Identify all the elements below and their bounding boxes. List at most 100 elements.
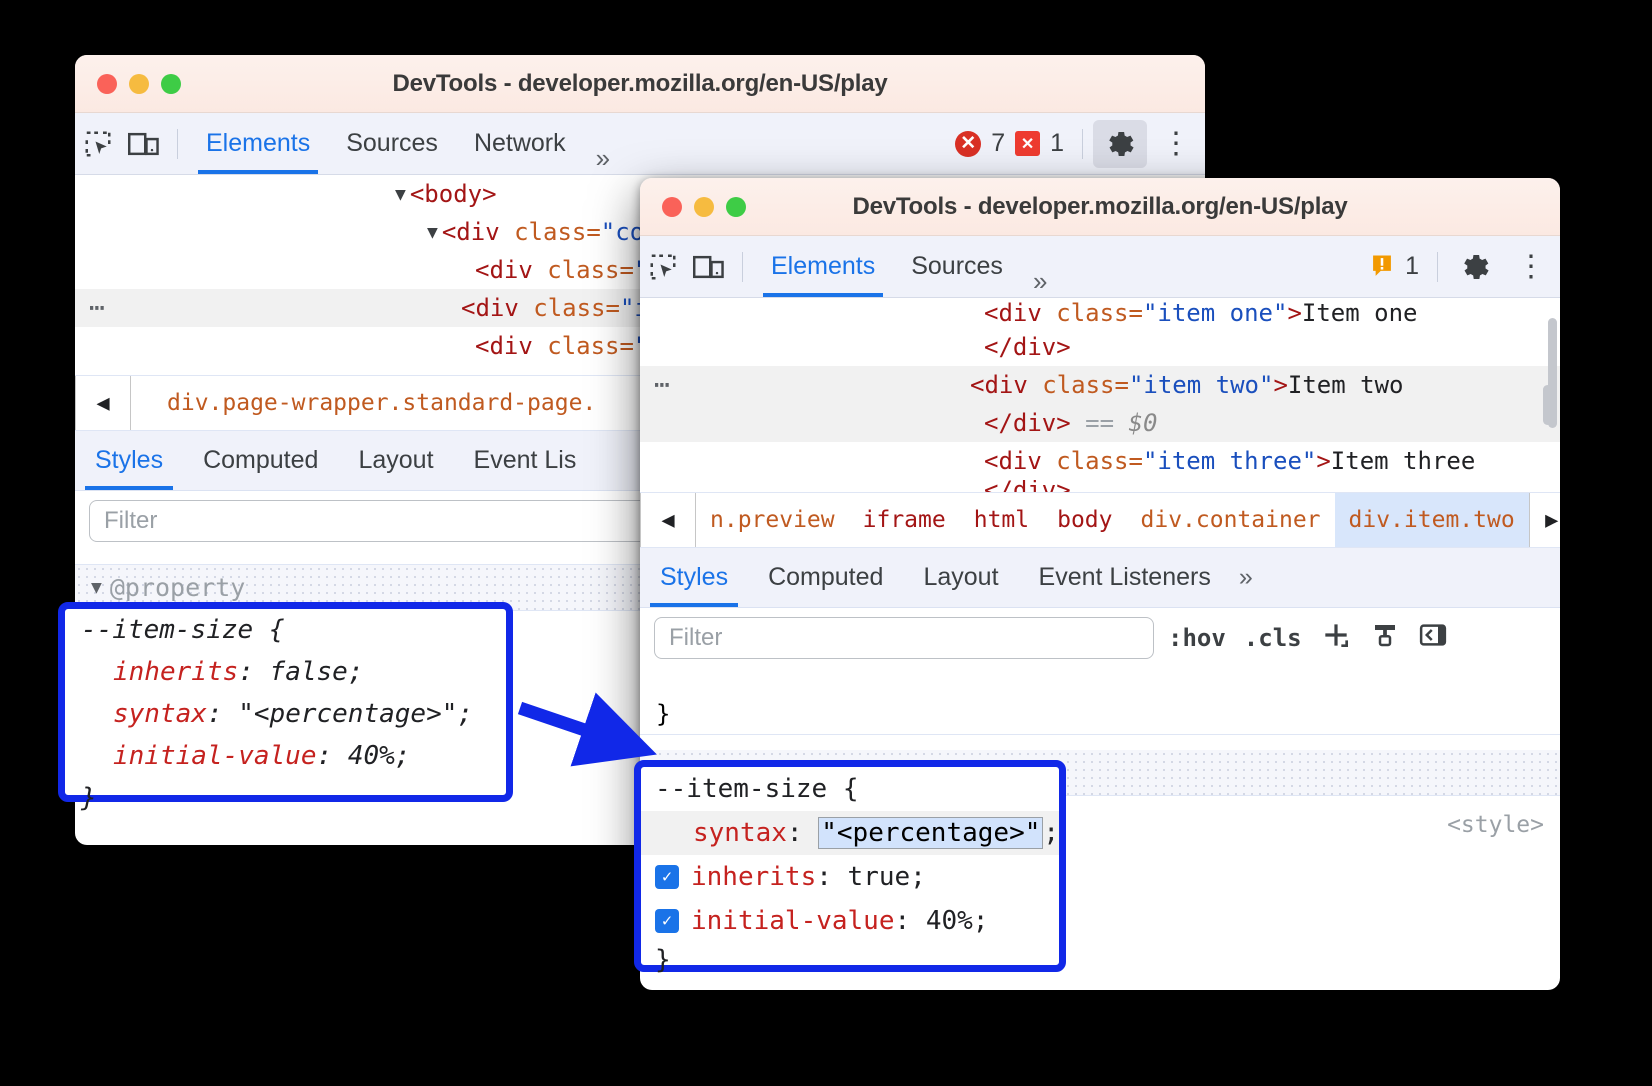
tab-elements[interactable]: Elements	[753, 236, 893, 297]
window2-filter-row[interactable]: Filter :hov .cls	[640, 608, 1560, 668]
dom-row-text: </div>	[984, 480, 1071, 492]
tab-sources[interactable]: Sources	[328, 113, 456, 174]
annotation-box-after: --item-size { syntax: "<percentage>"; ✓i…	[634, 760, 1066, 972]
annot2-prop-inherits: inherits	[691, 862, 816, 892]
toolbar-divider-2	[1437, 252, 1438, 282]
window2-issue-counters[interactable]: 1	[1369, 252, 1427, 281]
dom-row[interactable]: <div class="item one">Item one	[640, 298, 1560, 328]
breadcrumb-item-iframe[interactable]: iframe	[849, 507, 960, 533]
settings-gear-icon[interactable]	[1448, 243, 1502, 291]
add-rule-icon[interactable]	[1320, 619, 1352, 657]
annot2-value-inherits[interactable]: true;	[848, 862, 926, 892]
hov-button[interactable]: :hov	[1168, 624, 1226, 652]
minimize-window-button[interactable]	[129, 74, 149, 94]
close-window-button[interactable]	[662, 197, 682, 217]
close-window-button[interactable]	[97, 74, 117, 94]
window2-outer-scrollbar[interactable]	[1543, 385, 1552, 425]
overflow-ellipsis-icon[interactable]: ⋯	[640, 380, 680, 390]
window2-panel-tabs[interactable]: Elements Sources »	[753, 236, 1055, 297]
annot2-declaration-syntax[interactable]: syntax: "<percentage>";	[641, 811, 1059, 855]
filter-input[interactable]: Filter	[654, 617, 1154, 659]
window2-sidebar-tabs[interactable]: Styles Computed Layout Event Listeners »	[640, 548, 1560, 608]
window1-traffic-lights[interactable]	[75, 74, 181, 94]
tab-layout[interactable]: Layout	[903, 548, 1018, 607]
dom-row[interactable]: ⋯ <div class="item two">Item two	[640, 366, 1560, 404]
dom-row[interactable]: </div>	[640, 328, 1560, 366]
tab-styles[interactable]: Styles	[640, 548, 748, 607]
tab-computed[interactable]: Computed	[748, 548, 903, 607]
breadcrumb-back-button[interactable]: ◀	[75, 375, 131, 431]
settings-gear-icon[interactable]	[1093, 120, 1147, 168]
tab-elements[interactable]: Elements	[188, 113, 328, 174]
more-options-icon[interactable]: ⋮	[1502, 258, 1560, 276]
breadcrumb-item-div-container[interactable]: div.container	[1127, 507, 1335, 533]
annot2-value-initial[interactable]: 40%;	[926, 906, 989, 936]
breadcrumb-item-div-item-two[interactable]: div.item.two	[1335, 492, 1529, 548]
window1-title: DevTools - developer.mozilla.org/en-US/p…	[75, 70, 1205, 98]
window2-titlebar[interactable]: DevTools - developer.mozilla.org/en-US/p…	[640, 178, 1560, 236]
more-options-icon[interactable]: ⋮	[1147, 135, 1205, 153]
window1-panel-tabs[interactable]: Elements Sources Network »	[188, 113, 618, 174]
annot2-selector-text: --item-size {	[655, 774, 859, 804]
window1-titlebar[interactable]: DevTools - developer.mozilla.org/en-US/p…	[75, 55, 1205, 113]
dom-row[interactable]: </div> == $0	[640, 404, 1560, 442]
breadcrumb-item[interactable]: div.page-wrapper.standard-page.	[131, 390, 610, 416]
maximize-window-button[interactable]	[726, 197, 746, 217]
tab-sources[interactable]: Sources	[893, 236, 1021, 297]
window2-breadcrumb[interactable]: ◀ n.preview iframe html body div.contain…	[640, 492, 1560, 548]
breadcrumb-item-label: body	[1057, 507, 1112, 533]
breadcrumb-forward-button[interactable]: ▶	[1529, 492, 1560, 548]
collapse-caret-icon[interactable]: ▼	[91, 577, 110, 598]
declaration-checkbox-icon[interactable]: ✓	[655, 909, 679, 933]
annot2-selector: --item-size {	[641, 767, 1059, 811]
tab-styles[interactable]: Styles	[75, 431, 183, 490]
inspect-icon[interactable]	[75, 124, 121, 164]
maximize-window-button[interactable]	[161, 74, 181, 94]
breadcrumb-item-preview[interactable]: n.preview	[696, 507, 849, 533]
dom-row-text: <div class="item three">Item three	[984, 447, 1475, 475]
tab-event-listeners[interactable]: Event Lis	[454, 431, 597, 490]
dom-row[interactable]: </div>	[640, 480, 1560, 492]
window1-issue-counters[interactable]: ✕ 7 ✕ 1	[955, 129, 1072, 158]
filter-placeholder: Filter	[669, 624, 722, 652]
warning-icon	[1369, 253, 1395, 281]
more-tabs-chevron-icon[interactable]: »	[1021, 266, 1055, 297]
breadcrumb-item-label: div.item.two	[1349, 507, 1515, 533]
declaration-checkbox-icon[interactable]: ✓	[655, 865, 679, 889]
more-tabs-chevron-icon[interactable]: »	[584, 143, 618, 174]
cls-button[interactable]: .cls	[1244, 624, 1302, 652]
device-toggle-icon[interactable]	[121, 124, 167, 164]
window2-traffic-lights[interactable]	[640, 197, 746, 217]
annot2-close-brace: }	[641, 943, 1059, 977]
annot2-declaration-initial-value[interactable]: ✓initial-value: 40%;	[641, 899, 1059, 943]
annot2-declaration-inherits[interactable]: ✓inherits: true;	[641, 855, 1059, 899]
inspect-icon[interactable]	[640, 247, 686, 287]
breadcrumb-back-button[interactable]: ◀	[640, 492, 696, 548]
window2-devtools-toolbar[interactable]: Elements Sources » 1 ⋮	[640, 236, 1560, 298]
tab-computed[interactable]: Computed	[183, 431, 338, 490]
breadcrumb-item-html[interactable]: html	[960, 507, 1043, 533]
dom-row[interactable]: <div class="item three">Item three	[640, 442, 1560, 480]
minimize-window-button[interactable]	[694, 197, 714, 217]
more-sidebar-tabs-icon[interactable]: »	[1231, 563, 1261, 592]
overflow-ellipsis-icon[interactable]: ⋯	[75, 303, 115, 313]
breadcrumb-item-body[interactable]: body	[1043, 507, 1126, 533]
device-toggle-icon[interactable]	[686, 247, 732, 287]
annot2-value-syntax[interactable]: "<percentage>"	[818, 817, 1043, 849]
issue-count: 1	[1050, 129, 1064, 158]
format-style-icon[interactable]	[1370, 620, 1400, 656]
partial-rule-line[interactable]	[640, 668, 1560, 694]
style-source-link[interactable]: <style>	[1447, 812, 1544, 838]
tab-layout[interactable]: Layout	[338, 431, 453, 490]
close-brace-text: }	[656, 700, 670, 728]
styles-toolbar-actions[interactable]: :hov .cls	[1168, 619, 1448, 657]
annot1-declaration: inherits: false;	[65, 651, 506, 693]
tab-event-listeners[interactable]: Event Listeners	[1019, 548, 1231, 607]
annot1-value-initial: 40%;	[348, 741, 411, 771]
tab-network[interactable]: Network	[456, 113, 584, 174]
expand-caret-icon[interactable]: ▼	[395, 184, 410, 205]
window1-devtools-toolbar[interactable]: Elements Sources Network » ✕ 7 ✕ 1 ⋮	[75, 113, 1205, 175]
expand-caret-icon[interactable]: ▼	[427, 222, 442, 243]
toggle-sidebar-icon[interactable]	[1418, 620, 1448, 656]
window2-dom-tree[interactable]: <div class="item one">Item one </div> ⋯ …	[640, 298, 1560, 492]
